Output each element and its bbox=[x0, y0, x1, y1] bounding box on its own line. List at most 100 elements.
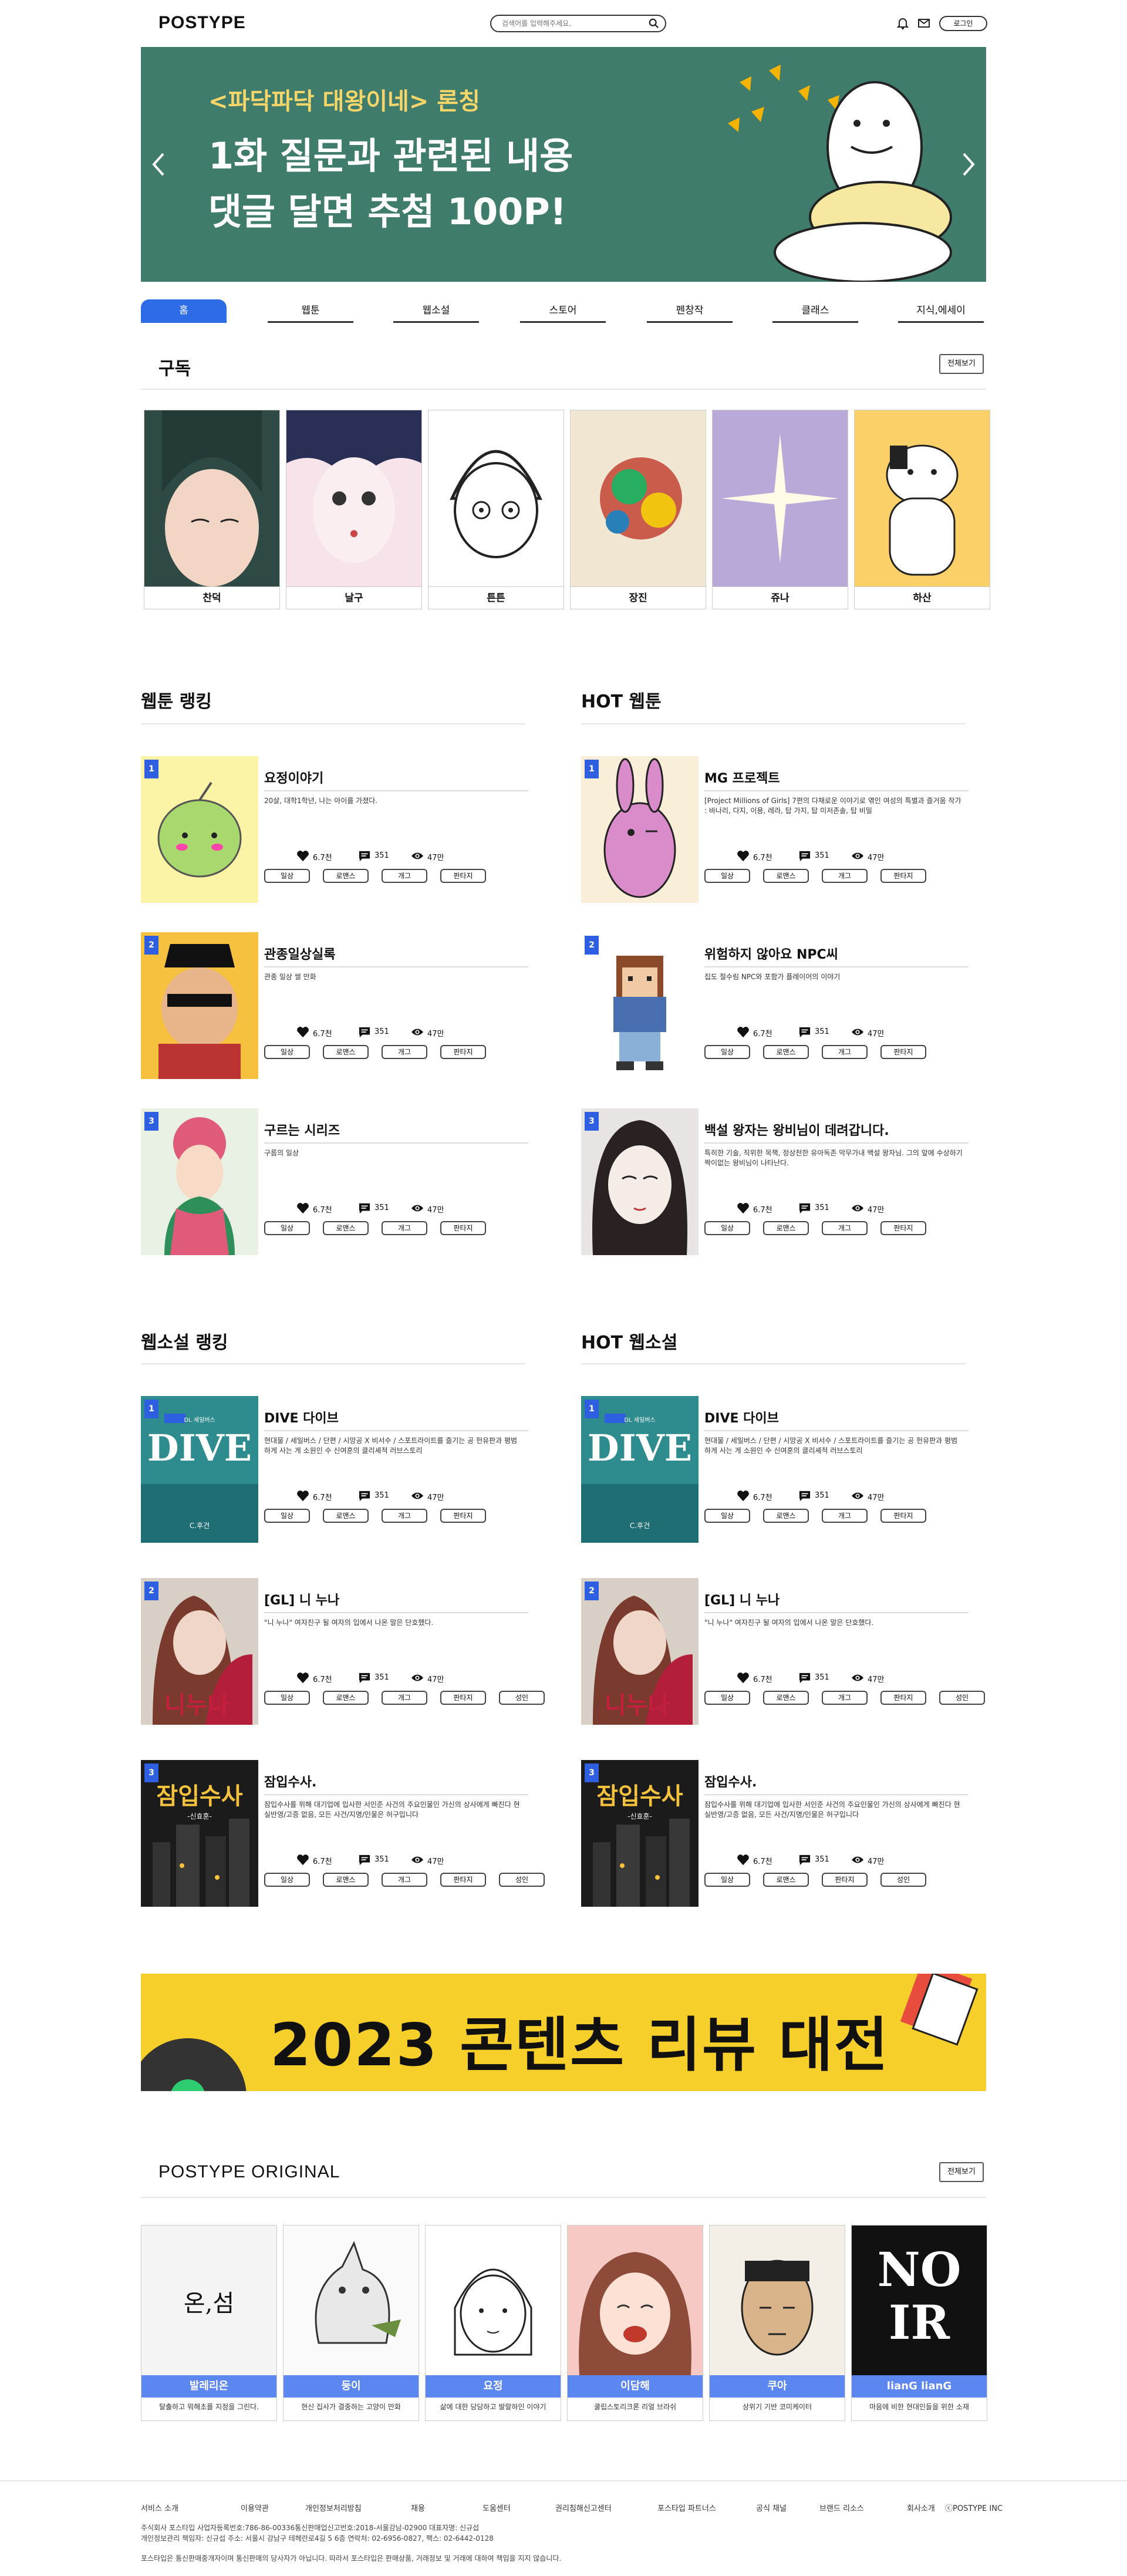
item-thumbnail[interactable] bbox=[581, 932, 699, 1079]
subscribe-card[interactable]: 하산 bbox=[854, 410, 990, 609]
ranking-webtoon-ranking-item[interactable]: 1 요정이야기 20살, 대학1학년, 나는 아이를 가졌다. 6.7천 351 47만 일… bbox=[141, 756, 528, 903]
tab-webnovel[interactable]: 웹소설 bbox=[393, 299, 479, 323]
genre-tag[interactable]: 로맨스 bbox=[323, 869, 369, 883]
genre-tag[interactable]: 판타지 bbox=[440, 1045, 486, 1059]
genre-tag[interactable]: 성인 bbox=[499, 1691, 545, 1705]
subscribe-card[interactable]: 장진 bbox=[570, 410, 706, 609]
genre-tag[interactable]: 로맨스 bbox=[323, 1221, 369, 1235]
footer-link[interactable]: 브랜드 리소스 bbox=[819, 2502, 864, 2513]
genre-tag[interactable]: 로맨스 bbox=[763, 869, 809, 883]
tab-home[interactable]: 홈 bbox=[141, 299, 227, 323]
genre-tag[interactable]: 일상 bbox=[704, 869, 750, 883]
genre-tag[interactable]: 개그 bbox=[822, 869, 868, 883]
banner-next-arrow[interactable] bbox=[957, 147, 980, 182]
footer-link[interactable]: 서비스 소개 bbox=[141, 2502, 178, 2513]
footer-link[interactable]: ⓒPOSTYPE INC bbox=[945, 2502, 1003, 2513]
item-thumbnail[interactable]: 잠입수사 -신효훈- bbox=[581, 1760, 699, 1907]
item-title[interactable]: 백설 왕자는 왕비님이 데려갑니다. bbox=[704, 1120, 889, 1139]
footer-link[interactable]: 권리침해신고센터 bbox=[555, 2502, 612, 2513]
subscribe-more-button[interactable]: 전체보기 bbox=[939, 354, 984, 374]
genre-tag[interactable]: 성인 bbox=[880, 1873, 926, 1887]
genre-tag[interactable]: 일상 bbox=[264, 1221, 310, 1235]
genre-tag[interactable]: 판타지 bbox=[880, 1221, 926, 1235]
subscribe-card[interactable]: 찬덕 bbox=[144, 410, 280, 609]
ranking-webtoon-ranking-item[interactable]: 3 구르는 시리즈 구름의 일상 6.7천 351 47만 일상 로맨스 개그 판타지 bbox=[141, 1108, 528, 1255]
genre-tag[interactable]: 판타지 bbox=[880, 1509, 926, 1523]
item-title[interactable]: 잠입수사. bbox=[264, 1772, 316, 1791]
genre-tag[interactable]: 판타지 bbox=[440, 869, 486, 883]
original-card[interactable]: NO IR lianG lianG 마음에 비한 현대인들을 위한 소재 bbox=[851, 2225, 987, 2421]
genre-tag[interactable]: 로맨스 bbox=[323, 1873, 369, 1887]
item-title[interactable]: 구르는 시리즈 bbox=[264, 1120, 340, 1139]
genre-tag[interactable]: 로맨스 bbox=[763, 1691, 809, 1705]
original-card[interactable]: 요정 삶에 대한 담담하고 발랄하인 이야기 bbox=[425, 2225, 561, 2421]
ranking-hot-webtoon-item[interactable]: 3 백설 왕자는 왕비님이 데려갑니다. 특히한 기술, 직위한 목책, 정상천한 … bbox=[581, 1108, 969, 1255]
genre-tag[interactable]: 일상 bbox=[264, 1045, 310, 1059]
bell-icon[interactable] bbox=[896, 16, 910, 30]
genre-tag[interactable]: 개그 bbox=[822, 1045, 868, 1059]
ranking-hot-novel-item[interactable]: 잠입수사 -신효훈- 3 잠입수사. 잠입수사를 위해 대기업에 입사한 서인준 사건의… bbox=[581, 1760, 969, 1907]
genre-tag[interactable]: 로맨스 bbox=[763, 1045, 809, 1059]
item-thumbnail[interactable]: 잠입수사 -신효훈- bbox=[141, 1760, 258, 1907]
login-button[interactable]: 로그인 bbox=[939, 16, 987, 31]
ranking-novel-ranking-item[interactable]: 니누나 2 [GL] 니 누나 "니 누나" 여자친구 될 여자의 입에서 나온 말은… bbox=[141, 1578, 545, 1725]
item-thumbnail[interactable]: 니누나 bbox=[581, 1578, 699, 1725]
item-thumbnail[interactable]: DL 세일버스 DIVE C.후건 bbox=[141, 1396, 258, 1543]
ranking-hot-novel-item[interactable]: DL 세일버스 DIVE C.후건 1 DIVE 다이브 현대물 / 세일버스 / 단편 … bbox=[581, 1396, 969, 1543]
item-title[interactable]: [GL] 니 누나 bbox=[704, 1590, 780, 1609]
tab-fanfic[interactable]: 펜창작 bbox=[647, 299, 733, 323]
ranking-novel-ranking-item[interactable]: 잠입수사 -신효훈- 3 잠입수사. 잠입수사를 위해 대기업에 입사한 서인준 사건의… bbox=[141, 1760, 545, 1907]
genre-tag[interactable]: 개그 bbox=[382, 1221, 427, 1235]
item-title[interactable]: DIVE 다이브 bbox=[704, 1408, 779, 1427]
genre-tag[interactable]: 일상 bbox=[704, 1873, 750, 1887]
genre-tag[interactable]: 개그 bbox=[822, 1691, 868, 1705]
hero-banner[interactable]: <파닥파닥 대왕이네> 론칭 1화 질문과 관련된 내용 댓글 달면 추첨 10… bbox=[141, 47, 986, 282]
genre-tag[interactable]: 개그 bbox=[822, 1221, 868, 1235]
genre-tag[interactable]: 개그 bbox=[382, 1873, 427, 1887]
item-title[interactable]: MG 프로젝트 bbox=[704, 768, 780, 787]
search-icon[interactable] bbox=[649, 18, 659, 29]
banner-prev-arrow[interactable] bbox=[147, 147, 170, 182]
footer-link[interactable]: 회사소개 bbox=[907, 2502, 935, 2513]
item-thumbnail[interactable]: 니누나 bbox=[141, 1578, 258, 1725]
item-title[interactable]: 잠입수사. bbox=[704, 1772, 757, 1791]
genre-tag[interactable]: 일상 bbox=[704, 1045, 750, 1059]
mail-icon[interactable] bbox=[917, 16, 931, 30]
footer-link[interactable]: 공식 채널 bbox=[756, 2502, 787, 2513]
subscribe-card[interactable]: 쥬나 bbox=[712, 410, 848, 609]
genre-tag[interactable]: 개그 bbox=[382, 1691, 427, 1705]
ranking-hot-webtoon-item[interactable]: 2 위험하지 않아요 NPC씨 집도 절수림 NPC와 포함가 플레이어의 이야기 6… bbox=[581, 932, 969, 1079]
genre-tag[interactable]: 로맨스 bbox=[323, 1509, 369, 1523]
original-card[interactable]: 이담해 쿨립스토리크론 리얼 브라쉬 bbox=[567, 2225, 703, 2421]
genre-tag[interactable]: 일상 bbox=[264, 869, 310, 883]
genre-tag[interactable]: 일상 bbox=[264, 1691, 310, 1705]
item-title[interactable]: 위험하지 않아요 NPC씨 bbox=[704, 944, 838, 963]
genre-tag[interactable]: 로맨스 bbox=[323, 1691, 369, 1705]
footer-link[interactable]: 포스타입 파트너스 bbox=[657, 2502, 716, 2513]
genre-tag[interactable]: 판타지 bbox=[440, 1509, 486, 1523]
genre-tag[interactable]: 판타지 bbox=[880, 1691, 926, 1705]
subscribe-card[interactable]: 튼튼 bbox=[428, 410, 564, 609]
genre-tag[interactable]: 일상 bbox=[704, 1691, 750, 1705]
genre-tag[interactable]: 개그 bbox=[382, 1045, 427, 1059]
original-card[interactable]: 둥이 현신 집사가 결중하는 고양이 만화 bbox=[283, 2225, 419, 2421]
item-title[interactable]: DIVE 다이브 bbox=[264, 1408, 339, 1427]
logo[interactable]: POSTYPE bbox=[158, 13, 246, 33]
ranking-webtoon-ranking-item[interactable]: 2 관종일상실록 관종 일상 썰 만화 6.7천 351 47만 일상 로맨스 개그 판타지 bbox=[141, 932, 528, 1079]
search-box[interactable] bbox=[490, 15, 666, 32]
genre-tag[interactable]: 판타지 bbox=[440, 1873, 486, 1887]
genre-tag[interactable]: 판타지 bbox=[440, 1691, 486, 1705]
genre-tag[interactable]: 개그 bbox=[822, 1509, 868, 1523]
tab-class[interactable]: 클래스 bbox=[772, 299, 858, 323]
review-banner[interactable]: 2023 콘텐츠 리뷰 대전 bbox=[141, 1974, 986, 2091]
item-title[interactable]: 관종일상실록 bbox=[264, 944, 335, 963]
genre-tag[interactable]: 판타지 bbox=[880, 1045, 926, 1059]
genre-tag[interactable]: 성인 bbox=[499, 1873, 545, 1887]
search-input[interactable] bbox=[502, 18, 643, 29]
footer-link[interactable]: 채용 bbox=[411, 2502, 425, 2513]
item-thumbnail[interactable] bbox=[581, 756, 699, 903]
tab-essay[interactable]: 지식,에세이 bbox=[898, 299, 984, 323]
genre-tag[interactable]: 로맨스 bbox=[763, 1873, 809, 1887]
original-card[interactable]: 쿠아 상위기 기반 코미케이터 bbox=[709, 2225, 845, 2421]
genre-tag[interactable]: 로맨스 bbox=[763, 1221, 809, 1235]
